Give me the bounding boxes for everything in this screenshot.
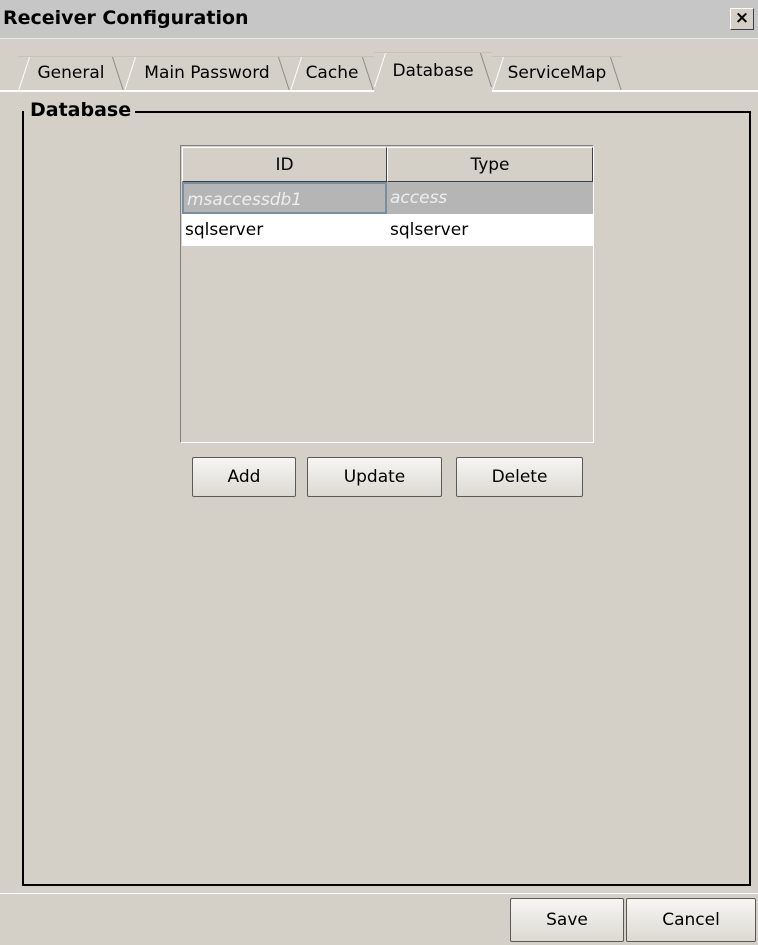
add-button[interactable]: Add <box>192 457 296 497</box>
column-header-type[interactable]: Type <box>387 147 593 182</box>
tab-general[interactable]: General <box>18 56 124 90</box>
group-title: Database <box>24 98 136 122</box>
column-header-id[interactable]: ID <box>182 147 387 182</box>
cell-id[interactable]: sqlserver <box>182 214 387 246</box>
tab-servicemap[interactable]: ServiceMap <box>492 56 622 90</box>
tab-label: Database <box>392 61 474 81</box>
tab-strip: General Main Password Cache Database Ser… <box>0 52 758 92</box>
tab-main-password[interactable]: Main Password <box>124 56 290 90</box>
table-row[interactable]: msaccessdb1 access <box>182 182 593 214</box>
cell-id[interactable]: msaccessdb1 <box>182 182 387 214</box>
cell-type[interactable]: access <box>387 182 593 214</box>
cancel-button[interactable]: Cancel <box>626 898 756 942</box>
window-title: Receiver Configuration <box>3 7 249 29</box>
tab-label: Main Password <box>144 63 270 83</box>
close-button[interactable]: × <box>730 8 754 30</box>
tab-label: General <box>37 63 105 83</box>
column-header-label: Type <box>470 155 510 175</box>
table-row[interactable]: sqlserver sqlserver <box>182 214 593 246</box>
title-bar: Receiver Configuration × <box>0 0 758 39</box>
update-button[interactable]: Update <box>307 457 442 497</box>
database-table[interactable]: ID Type msaccessdb1 access sqlserver sql… <box>180 145 594 443</box>
tab-label: ServiceMap <box>507 63 607 83</box>
save-button[interactable]: Save <box>510 898 624 942</box>
close-icon: × <box>734 8 750 28</box>
tab-label: Cache <box>305 63 359 83</box>
tab-database[interactable]: Database <box>374 52 492 92</box>
table-body: msaccessdb1 access sqlserver sqlserver <box>182 182 593 246</box>
cell-type[interactable]: sqlserver <box>387 214 593 246</box>
delete-button[interactable]: Delete <box>456 457 583 497</box>
tab-cache[interactable]: Cache <box>290 56 374 90</box>
column-header-label: ID <box>275 155 294 175</box>
